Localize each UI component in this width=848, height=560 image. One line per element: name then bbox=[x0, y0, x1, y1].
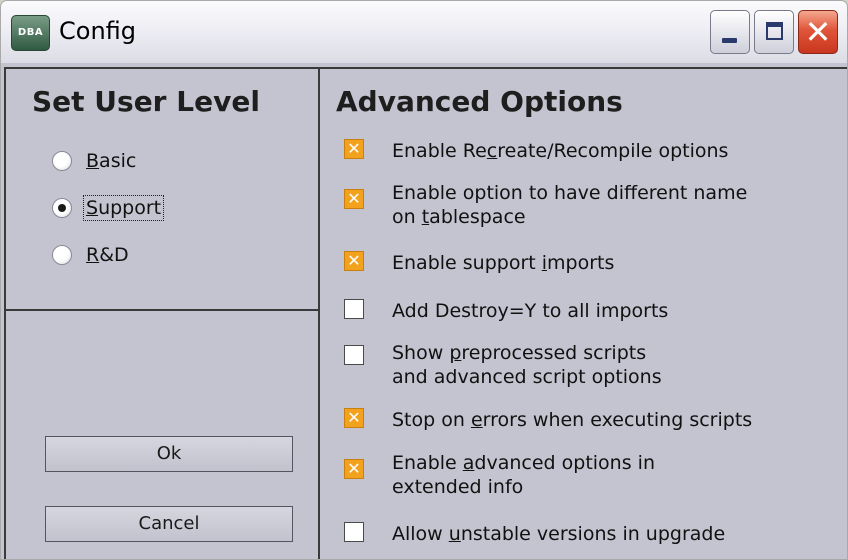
checkbox-recreate-recompile[interactable] bbox=[344, 138, 364, 160]
option-show-preprocessed-scripts-label: Show preprocessed scripts and advanced s… bbox=[392, 342, 662, 388]
checkbox-show-preprocessed-scripts[interactable] bbox=[344, 345, 364, 365]
option-stop-on-errors-label: Stop on errors when executing scripts bbox=[392, 409, 753, 431]
checkbox-stop-on-errors[interactable] bbox=[344, 407, 364, 429]
radio-basic-indicator[interactable] bbox=[52, 151, 72, 171]
cancel-button[interactable]: Cancel bbox=[45, 506, 293, 542]
radio-rnd-label: R&D bbox=[86, 244, 129, 266]
option-show-preprocessed-scripts[interactable]: Show preprocessed scripts and advanced s… bbox=[344, 341, 662, 389]
option-different-tablespace-name-label: Enable option to have different name on … bbox=[392, 182, 748, 228]
option-unstable-versions-label: Allow unstable versions in upgrade bbox=[392, 523, 726, 545]
radio-support-indicator[interactable] bbox=[52, 198, 72, 218]
dialog-content: Set User Level Basic Support R&D Ok Canc… bbox=[1, 63, 847, 559]
checkbox-add-destroy[interactable] bbox=[344, 299, 364, 319]
minimize-icon bbox=[722, 38, 737, 43]
option-support-imports-label: Enable support imports bbox=[392, 252, 615, 274]
dba-app-icon: DBA bbox=[11, 15, 50, 51]
title-bar[interactable]: DBA Config ✕ bbox=[1, 1, 847, 64]
option-recreate-recompile[interactable]: Enable Recreate/Recompile options bbox=[344, 138, 729, 163]
option-advanced-extended-info-label: Enable advanced options in extended info bbox=[392, 452, 655, 498]
radio-basic[interactable]: Basic bbox=[52, 146, 138, 176]
config-window: DBA Config ✕ Set User Level Basic Suppor… bbox=[0, 0, 848, 560]
option-advanced-extended-info[interactable]: Enable advanced options in extended info bbox=[344, 451, 655, 499]
checkbox-advanced-extended-info[interactable] bbox=[344, 458, 364, 480]
user-level-panel: Set User Level Basic Support R&D bbox=[4, 67, 320, 311]
checkbox-support-imports[interactable] bbox=[344, 250, 364, 272]
maximize-icon bbox=[766, 22, 783, 40]
radio-support[interactable]: Support bbox=[52, 193, 165, 223]
button-panel: Ok Cancel bbox=[4, 309, 320, 559]
advanced-options-heading: Advanced Options bbox=[336, 85, 623, 118]
ok-button[interactable]: Ok bbox=[45, 436, 293, 472]
close-button[interactable]: ✕ bbox=[798, 10, 838, 54]
maximize-button[interactable] bbox=[754, 10, 794, 54]
checkbox-different-tablespace-name[interactable] bbox=[344, 188, 364, 210]
radio-rnd-indicator[interactable] bbox=[52, 245, 72, 265]
checkbox-unstable-versions[interactable] bbox=[344, 522, 364, 542]
option-support-imports[interactable]: Enable support imports bbox=[344, 250, 615, 275]
option-stop-on-errors[interactable]: Stop on errors when executing scripts bbox=[344, 407, 753, 432]
radio-basic-label: Basic bbox=[86, 150, 137, 172]
radio-support-label: Support bbox=[82, 195, 165, 221]
option-unstable-versions[interactable]: Allow unstable versions in upgrade bbox=[344, 522, 725, 546]
option-add-destroy-label: Add Destroy=Y to all imports bbox=[392, 300, 669, 322]
radio-rnd[interactable]: R&D bbox=[52, 240, 131, 270]
option-add-destroy[interactable]: Add Destroy=Y to all imports bbox=[344, 299, 668, 323]
window-title: Config bbox=[59, 17, 137, 45]
option-different-tablespace-name[interactable]: Enable option to have different name on … bbox=[344, 181, 747, 229]
user-level-heading: Set User Level bbox=[32, 85, 260, 118]
minimize-button[interactable] bbox=[710, 10, 750, 54]
close-icon: ✕ bbox=[804, 13, 832, 51]
option-recreate-recompile-label: Enable Recreate/Recompile options bbox=[392, 140, 729, 162]
